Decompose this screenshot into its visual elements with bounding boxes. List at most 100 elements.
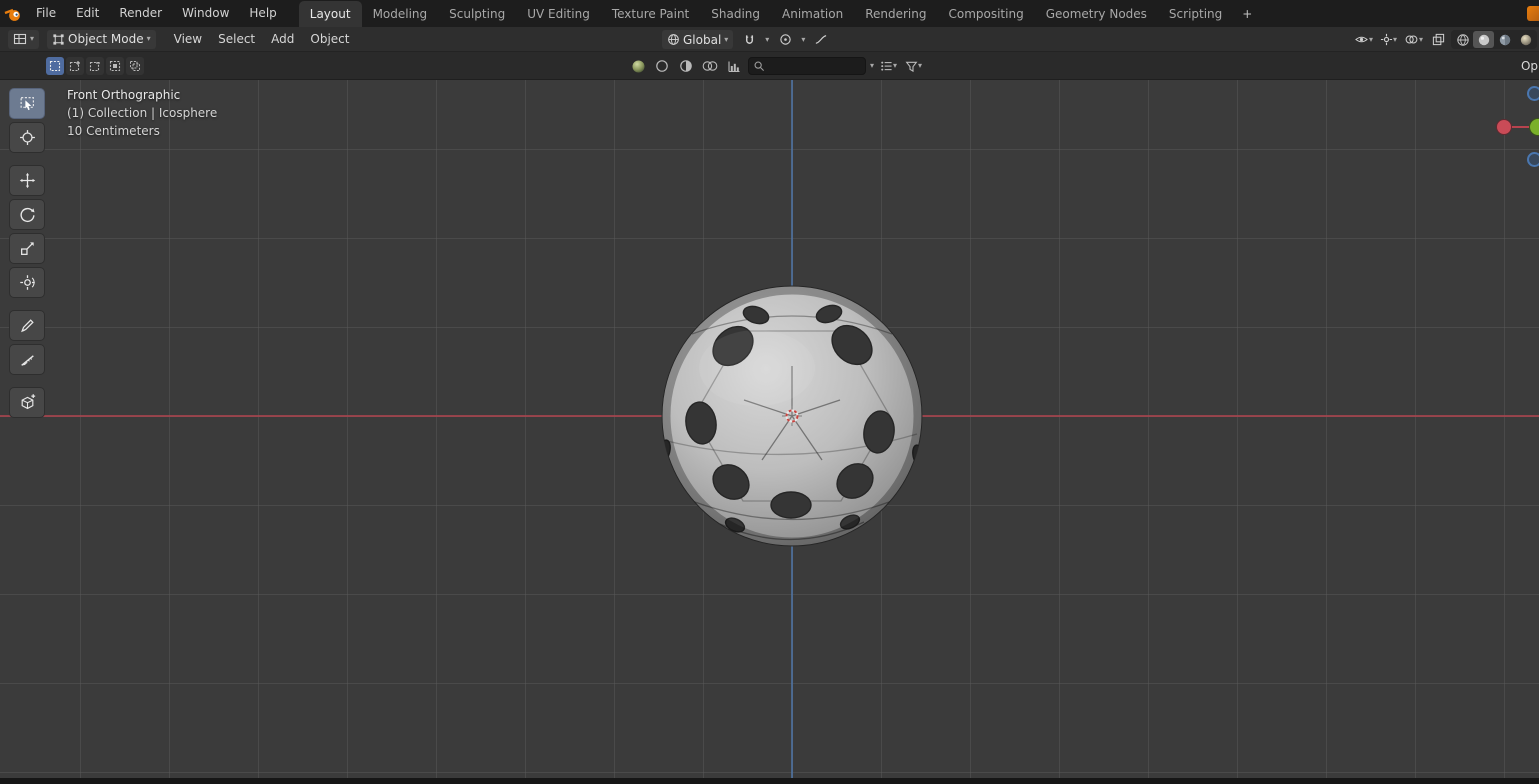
transform-orientation-dropdown[interactable]: Global ▾ — [662, 30, 734, 49]
overlays-icon — [1405, 35, 1418, 44]
histogram-icon — [728, 61, 740, 73]
tool-move[interactable] — [9, 165, 45, 196]
viewport-menus: View Select Add Object — [166, 27, 358, 52]
display-filter-group: ▾ ▾ ▾ — [628, 52, 924, 80]
tool-transform[interactable] — [9, 267, 45, 298]
material-sphere-icon — [1499, 34, 1510, 45]
menu-view[interactable]: View — [166, 27, 210, 52]
viewport-overlay-text: Front Orthographic (1) Collection | Icos… — [67, 86, 217, 140]
menu-select[interactable]: Select — [210, 27, 263, 52]
tab-animation[interactable]: Animation — [771, 1, 854, 27]
tool-select-box[interactable] — [9, 88, 45, 119]
select-mode-extend-button[interactable] — [66, 56, 84, 75]
chevron-down-icon: ▾ — [1392, 34, 1397, 44]
gizmo-z-positive-ball[interactable] — [1527, 86, 1539, 101]
statistics-button[interactable] — [724, 57, 744, 76]
blender-logo-icon[interactable] — [0, 0, 26, 27]
select-box-icon — [20, 97, 34, 111]
visibility-dropdown[interactable]: ▾ — [1352, 30, 1375, 49]
tool-rotate[interactable] — [9, 199, 45, 230]
chevron-down-icon: ▾ — [30, 34, 35, 43]
tool-column — [9, 88, 45, 421]
solid-sphere-icon — [1478, 34, 1489, 45]
chevron-down-icon: ▾ — [918, 61, 923, 70]
half-sphere-icon — [680, 60, 692, 72]
tab-sculpting[interactable]: Sculpting — [438, 1, 516, 27]
snap-toggle[interactable] — [739, 30, 759, 49]
move-icon — [19, 172, 35, 189]
search-options-chevron[interactable]: ▾ — [870, 62, 874, 70]
orientation-global-icon — [668, 34, 679, 45]
transform-controls: Global ▾ ▾ ▾ — [662, 27, 831, 52]
sphere-outline-button[interactable] — [652, 57, 672, 76]
tab-geometry-nodes[interactable]: Geometry Nodes — [1035, 1, 1158, 27]
workspace-tabs: Layout Modeling Sculpting UV Editing Tex… — [298, 0, 1262, 27]
tab-shading[interactable]: Shading — [700, 1, 771, 27]
tool-scale[interactable] — [9, 233, 45, 264]
menu-render[interactable]: Render — [109, 0, 172, 27]
gizmo-y-ball[interactable] — [1529, 118, 1539, 136]
rotate-icon — [20, 207, 35, 223]
chevron-down-icon: ▾ — [1418, 34, 1423, 44]
tool-add-cube[interactable] — [9, 387, 45, 418]
menu-edit[interactable]: Edit — [66, 0, 109, 27]
select-mode-invert-button[interactable] — [106, 56, 124, 75]
proportional-options-chevron[interactable]: ▾ — [801, 35, 805, 44]
menu-help[interactable]: Help — [239, 0, 286, 27]
magnet-icon — [745, 35, 753, 44]
proportional-editing-toggle[interactable] — [775, 30, 795, 49]
tab-rendering[interactable]: Rendering — [854, 1, 937, 27]
tool-annotate[interactable] — [9, 310, 45, 341]
status-bar — [0, 778, 1539, 784]
tab-layout[interactable]: Layout — [298, 1, 362, 27]
active-object-label: (1) Collection | Icosphere — [67, 106, 218, 120]
shading-rendered-button[interactable] — [1515, 31, 1536, 48]
chevron-down-icon: ▾ — [893, 61, 898, 70]
3d-cursor[interactable] — [780, 404, 804, 428]
xray-toggle[interactable] — [1428, 30, 1448, 49]
display-mode-dropdown[interactable]: ▾ — [878, 57, 899, 76]
falloff-curve-icon — [816, 35, 827, 44]
menu-file[interactable]: File — [26, 0, 66, 27]
gizmos-dropdown[interactable]: ▾ — [1378, 30, 1399, 49]
menu-add[interactable]: Add — [263, 27, 302, 52]
options-label[interactable]: Op — [1521, 52, 1539, 80]
chevron-down-icon: ▾ — [1368, 34, 1373, 44]
tab-modeling[interactable]: Modeling — [362, 1, 439, 27]
viewport-3d[interactable]: Front Orthographic (1) Collection | Icos… — [0, 80, 1539, 778]
transform-icon — [19, 275, 35, 290]
select-mode-subtract-button[interactable] — [86, 56, 104, 75]
double-sphere-button[interactable] — [700, 57, 720, 76]
tool-cursor[interactable] — [9, 122, 45, 153]
search-input[interactable] — [765, 59, 851, 73]
select-mode-set-button[interactable] — [46, 56, 64, 75]
menu-object[interactable]: Object — [302, 27, 357, 52]
gizmo-x-negative-ball[interactable] — [1496, 119, 1512, 135]
filter-dropdown[interactable]: ▾ — [903, 57, 924, 76]
shading-material-button[interactable] — [1494, 31, 1515, 48]
overlays-dropdown[interactable]: ▾ — [1402, 30, 1425, 49]
scene-icon[interactable] — [1527, 6, 1539, 21]
tool-measure[interactable] — [9, 344, 45, 375]
material-preview-ball-button[interactable] — [628, 57, 648, 76]
mode-selector[interactable]: Object Mode ▾ — [47, 29, 156, 49]
falloff-curve-button[interactable] — [811, 30, 831, 49]
snap-options-chevron[interactable]: ▾ — [765, 35, 769, 44]
tab-scripting[interactable]: Scripting — [1158, 1, 1233, 27]
add-workspace-button[interactable]: + — [1233, 1, 1261, 27]
editor-type-button[interactable]: ▾ — [8, 29, 40, 49]
wireframe-sphere-icon — [1456, 33, 1469, 46]
filter-funnel-icon — [905, 61, 918, 72]
tab-compositing[interactable]: Compositing — [937, 1, 1034, 27]
orientation-label: Global — [683, 32, 722, 47]
menu-window[interactable]: Window — [172, 0, 239, 27]
tab-uv-editing[interactable]: UV Editing — [516, 1, 601, 27]
tab-texture-paint[interactable]: Texture Paint — [601, 1, 700, 27]
topbar-menu: File Edit Render Window Help — [26, 0, 287, 27]
gizmo-z-negative-ball[interactable] — [1527, 152, 1539, 167]
select-mode-intersect-button[interactable] — [126, 56, 144, 75]
shading-solid-button[interactable] — [1473, 31, 1494, 48]
half-sphere-button[interactable] — [676, 57, 696, 76]
object-mode-icon — [53, 33, 64, 45]
shading-wireframe-button[interactable] — [1452, 31, 1473, 48]
